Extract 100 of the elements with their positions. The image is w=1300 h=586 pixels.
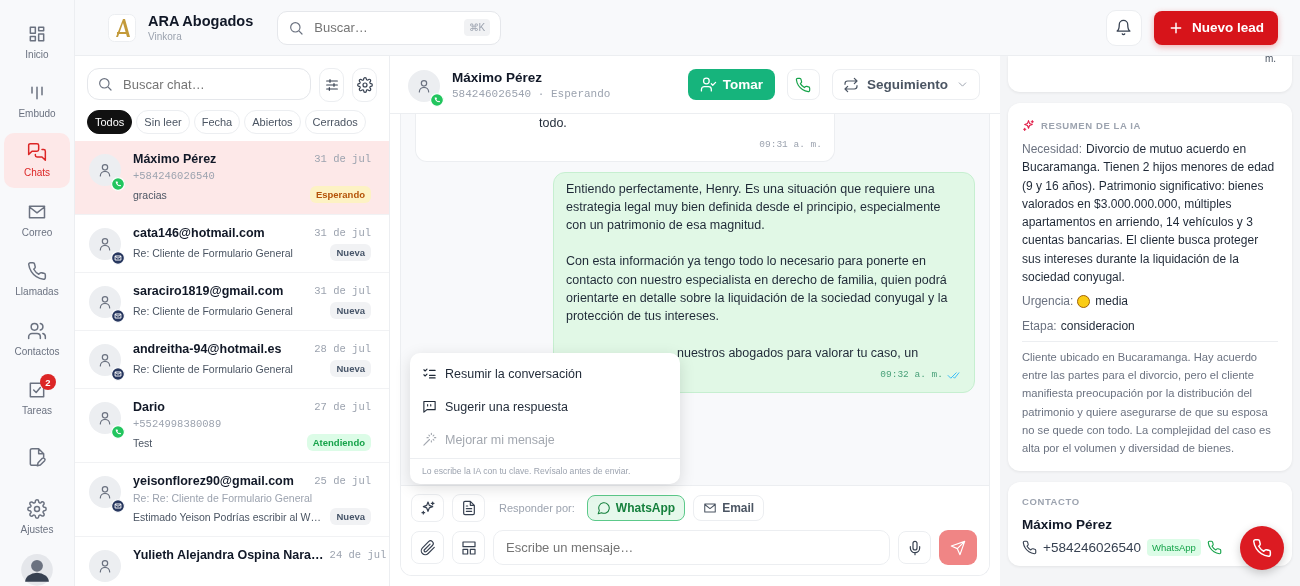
chat-date: 25 de jul [314, 475, 371, 487]
mail-badge-icon [111, 367, 125, 381]
contact-status: 584246026540 · Esperando [452, 87, 611, 100]
new-lead-button[interactable]: Nuevo lead [1153, 10, 1278, 45]
nav-item[interactable]: Contactos [4, 310, 70, 367]
search-field[interactable]: Buscar… [312, 19, 456, 36]
nav-item[interactable]: Correo [4, 192, 70, 248]
document-icon [460, 500, 477, 516]
document-pen-icon [27, 447, 47, 468]
status-badge: Atendiendo [306, 434, 371, 451]
layout-icon [460, 539, 477, 556]
message-field[interactable]: Escribe un mensaje… [504, 539, 879, 556]
message-time: 09:31 a. m. [759, 138, 822, 153]
chat-preview: gracias [133, 188, 167, 201]
nav-item[interactable]: Inicio [4, 14, 70, 70]
sparkles-icon [419, 500, 436, 516]
ai-button[interactable] [411, 494, 444, 522]
phone-icon [1206, 540, 1222, 556]
menu-note: Lo escribe la IA con tu clave. Revísalo antes de enviar. [410, 458, 680, 484]
chat-preview: Re: Cliente de Formulario General [133, 304, 293, 317]
paperclip-icon [419, 539, 436, 556]
chat-name: saraciro1819@gmail.com [133, 284, 284, 298]
chat-item[interactable]: andreitha-94@hotmail.es 28 de jul Re: Cliente de Formulario General Nueva [75, 331, 389, 389]
user-icon [97, 352, 113, 368]
quote-bubble-icon [422, 399, 437, 414]
card-title: RESUMEN DE LA IA [1041, 120, 1142, 131]
status-badge: Nueva [330, 302, 371, 319]
chat-name: Máximo Pérez [133, 152, 217, 166]
status-badge: Nueva [330, 244, 371, 261]
mail-icon [703, 501, 718, 515]
brand-name: ARA Abogados [148, 13, 254, 29]
user-icon [97, 410, 113, 426]
channel-toggle[interactable]: WhatsApp [586, 495, 686, 521]
phone-icon [795, 76, 812, 93]
notes-button[interactable] [452, 494, 485, 522]
chat-item[interactable]: Yulieth Alejandra Ospina Nara… 24 de jul [75, 537, 389, 586]
filter-tab[interactable]: Todos [87, 110, 133, 134]
user-icon [97, 294, 113, 310]
template-button[interactable] [452, 531, 485, 564]
message-time: 09:32 a. m. [880, 367, 943, 382]
phone-number: +584246026540 [1043, 540, 1141, 556]
chat-item[interactable]: saraciro1819@gmail.com 31 de jul Re: Cliente de Formulario General Nueva [75, 273, 389, 331]
nav-item[interactable]: Ajustes [4, 489, 70, 545]
user-icon [416, 77, 432, 94]
call-button[interactable] [787, 69, 820, 100]
nav-item[interactable]: Chats [4, 132, 70, 189]
filter-button[interactable] [319, 68, 344, 102]
chat-bubbles-icon [27, 142, 47, 163]
channel-toggle[interactable]: Email [693, 495, 765, 521]
chat-date: 27 de jul [314, 401, 371, 413]
phone-badge-icon [111, 177, 125, 191]
mail-badge-icon [111, 499, 125, 513]
user-icon [97, 484, 113, 500]
shortcut-hint: ⌘K [463, 19, 491, 36]
menu-item[interactable]: Sugerir una respuesta [410, 390, 680, 423]
count-badge: 2 [40, 374, 56, 391]
filter-tab[interactable]: Cerrados [304, 110, 366, 134]
reply-label: Responder por: [499, 502, 575, 514]
filter-tab[interactable]: Abiertos [244, 110, 301, 134]
phone-icon [27, 261, 47, 282]
nav-item[interactable]: Tareas 2 [4, 370, 70, 426]
message-box[interactable]: Escribe un mensaje… [493, 530, 890, 565]
phone-icon [1022, 540, 1037, 556]
user-icon [97, 162, 113, 178]
chat-preview: Re: Cliente de Formulario General [133, 246, 293, 259]
chat-item[interactable]: yeisonflorez90@gmail.com 25 de jul Re: Re: Cliente de Formulario General Estimado Yeison Podrías escribir al W… Nueva [75, 463, 389, 537]
user-check-icon [699, 76, 717, 93]
settings-button[interactable] [352, 68, 377, 102]
field-text: Etapa: consideracion [1022, 317, 1136, 335]
chat-preview: Estimado Yeison Podrías escribir al W… [133, 510, 321, 523]
workspace-name: Vinkora [148, 31, 183, 42]
chat-name: andreitha-94@hotmail.es [133, 342, 282, 356]
chat-search-field[interactable]: Buscar chat… [121, 75, 301, 93]
chat-preview: Re: Cliente de Formulario General [133, 362, 293, 375]
phone-icon [1252, 538, 1272, 558]
notifications-button[interactable] [1105, 9, 1142, 46]
nav-item[interactable]: Embudo [4, 73, 70, 129]
search-icon [97, 76, 113, 92]
contact-name: Máximo Pérez [452, 69, 544, 85]
message-text: todo. [538, 115, 568, 132]
chat-search-box[interactable]: Buscar chat… [87, 68, 311, 100]
chat-name: Yulieth Alejandra Ospina Nara… [133, 548, 324, 562]
sparkles-icon [1022, 119, 1035, 132]
avatar[interactable] [21, 554, 53, 586]
chat-item[interactable]: Dario 27 de jul +5524998380089 Test Atendiendo [75, 389, 389, 463]
send-icon [950, 539, 966, 556]
attach-button[interactable] [411, 531, 444, 564]
chat-bubble-icon [596, 501, 611, 515]
stage-dropdown[interactable]: Seguimiento [832, 69, 980, 100]
chat-item[interactable]: Máximo Pérez 31 de jul +584246026540 gracias Esperando [75, 141, 389, 215]
chat-name: cata146@hotmail.com [133, 226, 265, 240]
chat-preview: Test [133, 436, 153, 449]
chat-name: Dario [133, 400, 165, 414]
chat-item[interactable]: cata146@hotmail.com 31 de jul Re: Cliente de Formulario General Nueva [75, 215, 389, 273]
filter-tab[interactable]: Fecha [193, 110, 241, 134]
checklist-icon [422, 366, 437, 381]
nav-item[interactable]: Llamadas [4, 251, 70, 307]
mic-button[interactable] [898, 531, 931, 564]
channel-tag: WhatsApp [1147, 539, 1201, 557]
filter-tab[interactable]: Sin leer [136, 110, 190, 134]
